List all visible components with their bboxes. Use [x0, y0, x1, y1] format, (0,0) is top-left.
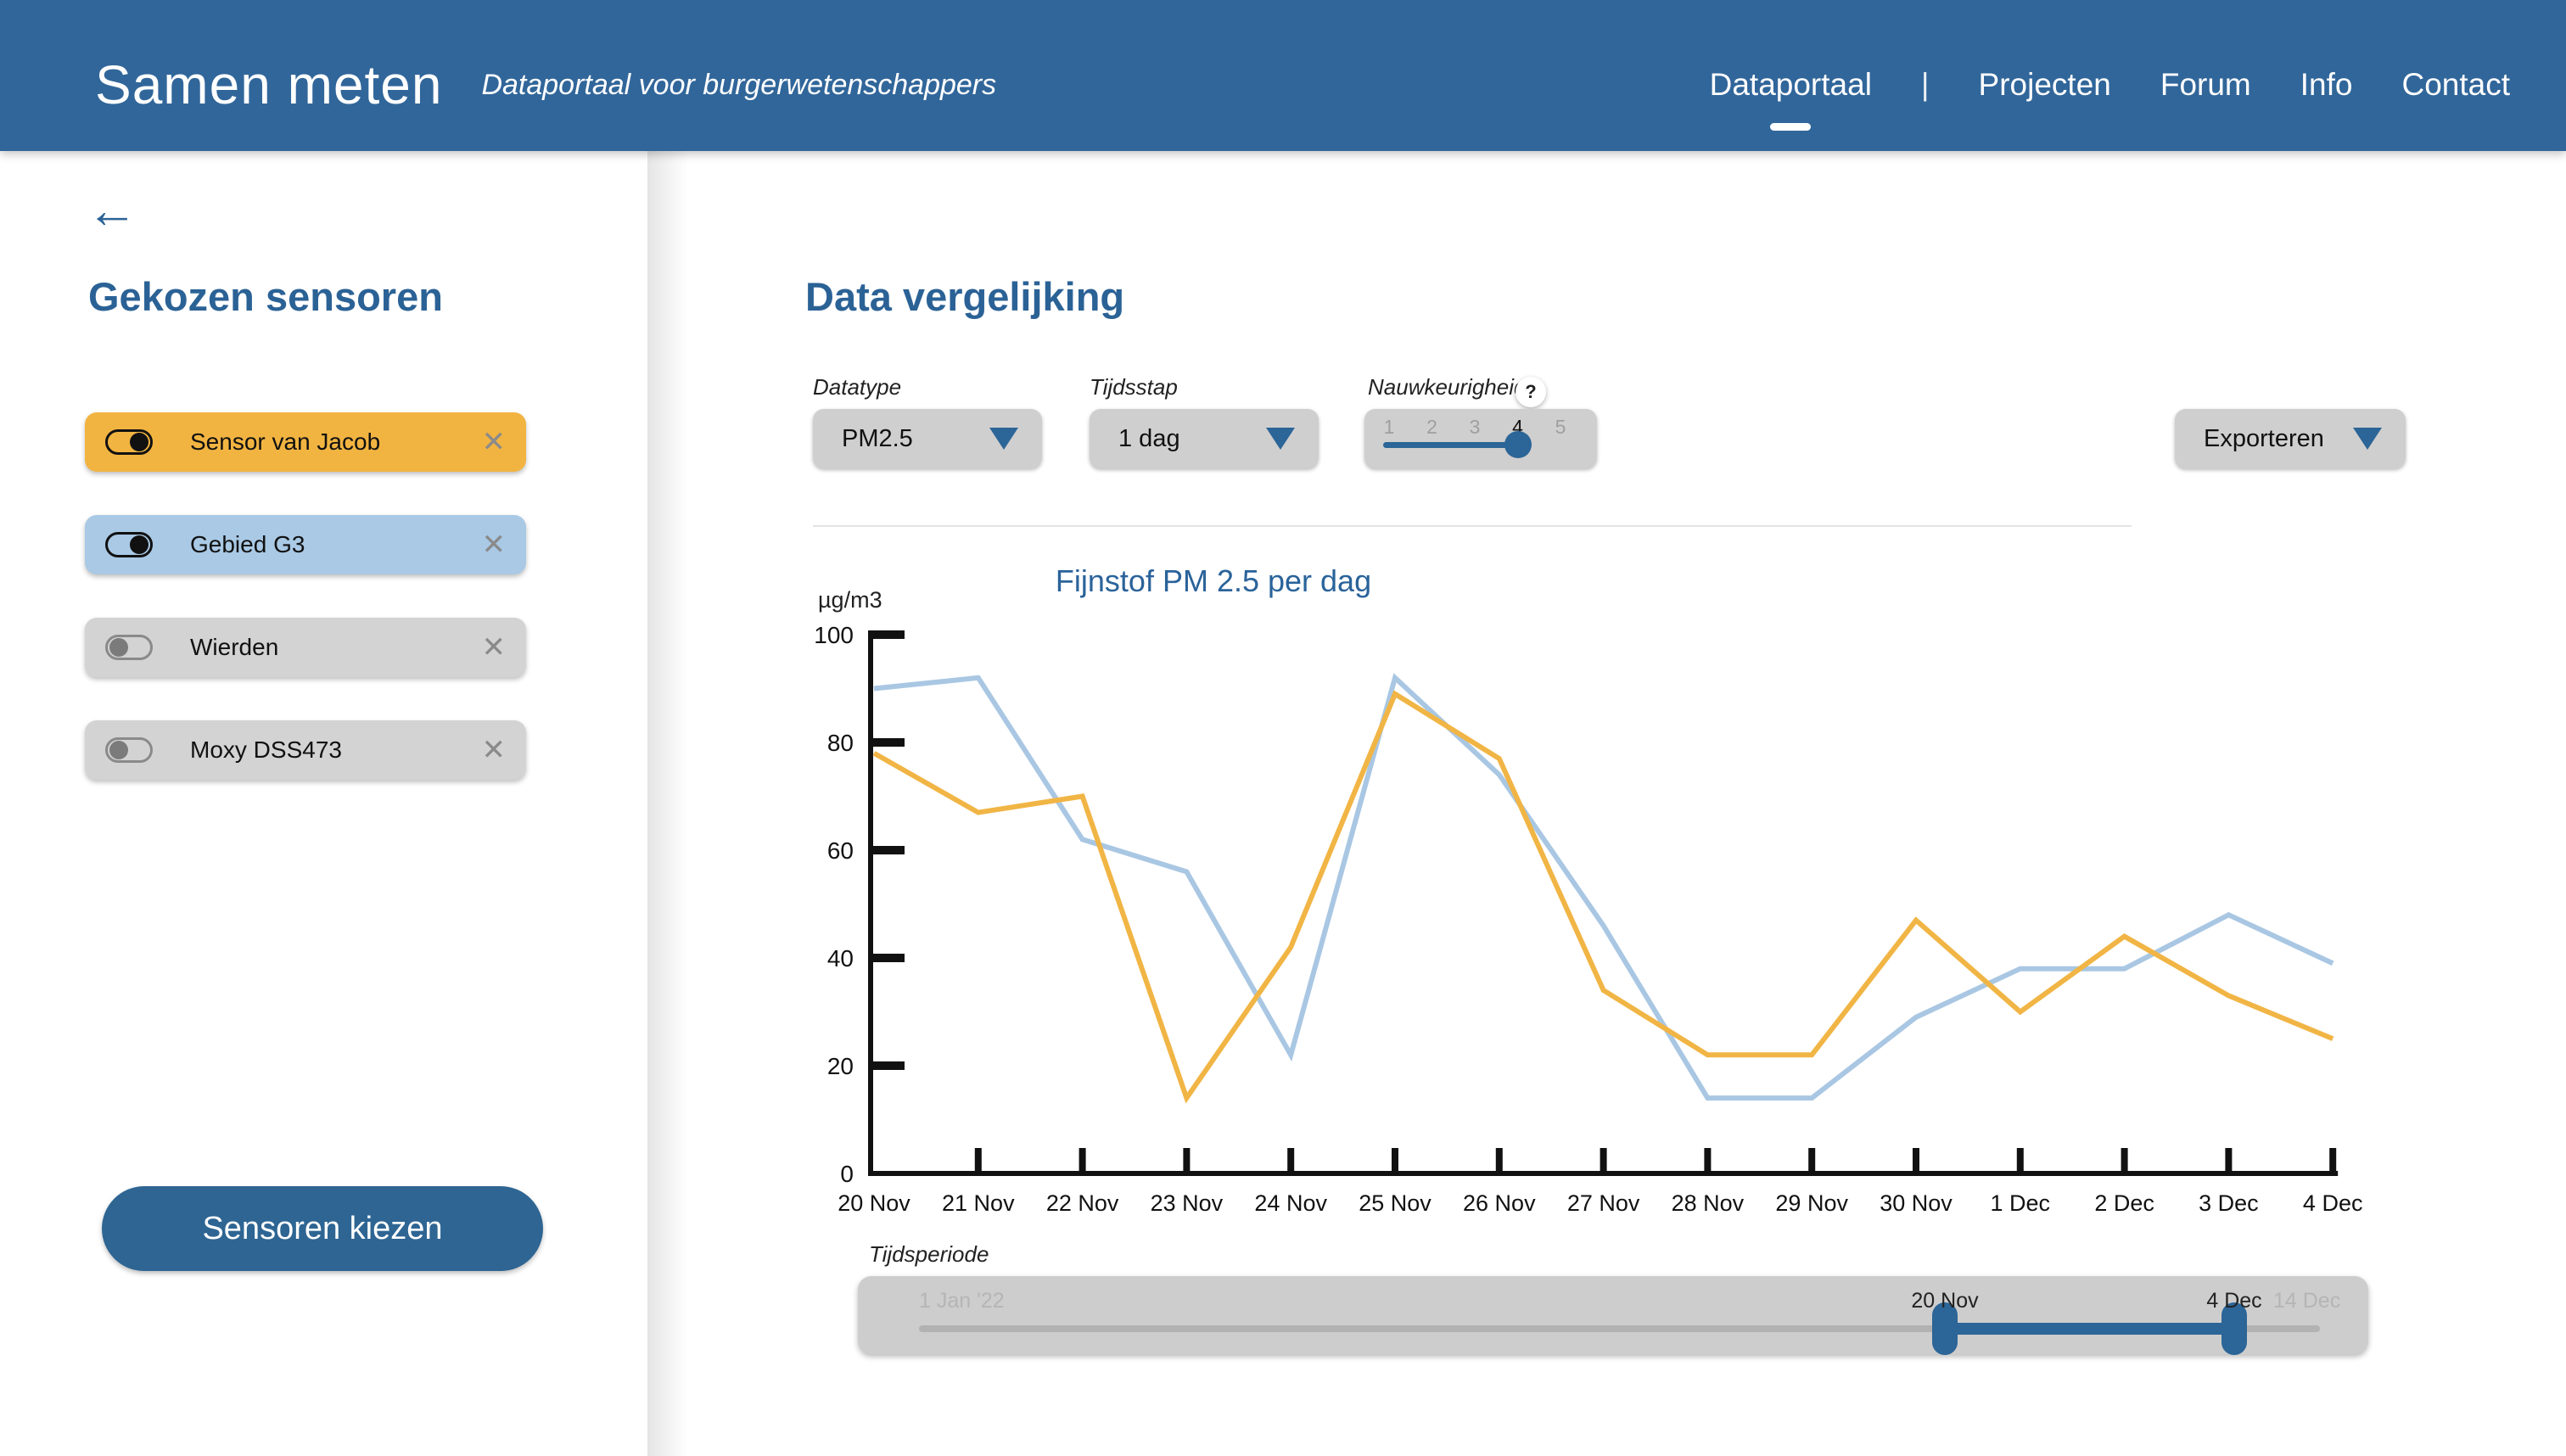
export-label: Exporteren: [2204, 425, 2324, 453]
sensor-toggle[interactable]: [105, 635, 153, 660]
sensor-label: Gebied G3: [190, 531, 305, 558]
close-icon[interactable]: ✕: [482, 530, 507, 559]
toggle-knob: [109, 638, 128, 657]
svg-text:80: 80: [827, 730, 854, 756]
svg-text:100: 100: [814, 622, 854, 648]
series-sensor-van-jacob: [874, 694, 2333, 1098]
back-arrow-icon[interactable]: ←: [87, 185, 137, 236]
accuracy-option[interactable]: 1: [1379, 416, 1399, 439]
svg-text:0: 0: [840, 1161, 854, 1187]
sensor-toggle[interactable]: [105, 532, 153, 557]
svg-text:26 Nov: 26 Nov: [1463, 1190, 1536, 1216]
accuracy-slider-track: [1383, 442, 1518, 448]
accuracy-slider[interactable]: 12345: [1364, 409, 1597, 468]
timeline-max-label: 14 Dec: [2273, 1289, 2340, 1313]
active-nav-underline: [1770, 123, 1811, 131]
chevron-down-icon: [1266, 428, 1295, 450]
accuracy-slider-handle[interactable]: [1504, 431, 1532, 458]
sensor-chip[interactable]: Moxy DSS473 ✕: [85, 720, 526, 780]
accuracy-label: Nauwkeurigheid: [1368, 374, 1526, 400]
sensor-label: Moxy DSS473: [190, 736, 342, 764]
close-icon[interactable]: ✕: [482, 428, 507, 456]
close-icon[interactable]: ✕: [482, 633, 507, 662]
nav-item-contact[interactable]: Contact: [2401, 67, 2510, 103]
nav-item-forum[interactable]: Forum: [2160, 67, 2251, 103]
timestep-dropdown[interactable]: 1 dag: [1090, 409, 1319, 468]
sidebar-divider: [647, 151, 688, 1456]
svg-text:40: 40: [827, 945, 854, 972]
svg-text:2 Dec: 2 Dec: [2094, 1190, 2154, 1216]
nav-item-dataportaal[interactable]: Dataportaal: [1710, 67, 1872, 103]
header: Samen meten Dataportaal voor burgerweten…: [0, 0, 2566, 151]
chevron-down-icon: [989, 428, 1018, 450]
toggle-knob: [109, 741, 128, 759]
svg-text:60: 60: [827, 837, 854, 864]
timestep-value: 1 dag: [1118, 425, 1180, 453]
svg-text:30 Nov: 30 Nov: [1880, 1190, 1953, 1216]
svg-text:22 Nov: 22 Nov: [1046, 1190, 1119, 1216]
nav-item-info[interactable]: Info: [2300, 67, 2353, 103]
svg-text:20: 20: [827, 1053, 854, 1079]
svg-text:24 Nov: 24 Nov: [1254, 1190, 1327, 1216]
svg-text:27 Nov: 27 Nov: [1567, 1190, 1640, 1216]
svg-text:1 Dec: 1 Dec: [1991, 1190, 2051, 1216]
choose-sensors-button[interactable]: Sensoren kiezen: [102, 1186, 543, 1271]
accuracy-option[interactable]: 3: [1465, 416, 1485, 439]
nav-item-projecten[interactable]: Projecten: [1979, 67, 2111, 103]
timeline-start-label: 20 Nov: [1885, 1289, 2004, 1313]
sensor-chip[interactable]: Wierden ✕: [85, 618, 526, 677]
accuracy-option[interactable]: 5: [1550, 416, 1571, 439]
timeline-slider[interactable]: 1 Jan '22 20 Nov 4 Dec 14 Dec: [858, 1276, 2368, 1354]
help-icon[interactable]: ?: [1516, 377, 1546, 407]
controls-divider: [813, 525, 2132, 527]
svg-text:4 Dec: 4 Dec: [2303, 1190, 2363, 1216]
toggle-knob: [130, 433, 148, 451]
svg-text:20 Nov: 20 Nov: [838, 1190, 910, 1216]
datatype-label: Datatype: [813, 374, 901, 400]
toggle-knob: [130, 535, 148, 554]
export-button[interactable]: Exporteren: [2175, 409, 2406, 468]
main-nav: Dataportaal | Projecten Forum Info Conta…: [1710, 67, 2510, 103]
datatype-dropdown[interactable]: PM2.5: [813, 409, 1042, 468]
app-logo: Samen meten: [95, 53, 442, 116]
svg-text:21 Nov: 21 Nov: [942, 1190, 1015, 1216]
svg-text:28 Nov: 28 Nov: [1672, 1190, 1745, 1216]
timeline-min-label: 1 Jan '22: [919, 1289, 1005, 1313]
chevron-down-icon: [2353, 428, 2382, 450]
page-title: Data vergelijking: [805, 273, 1124, 320]
line-chart: 0 20 40 60 80 100 20 Nov 21 Nov 22 Nov 23 Nov 24 N…: [806, 560, 2418, 1230]
datatype-value: PM2.5: [842, 425, 913, 453]
close-icon[interactable]: ✕: [482, 736, 507, 764]
sensor-chip[interactable]: Gebied G3 ✕: [85, 515, 526, 574]
sidebar-title: Gekozen sensoren: [88, 273, 443, 320]
sensor-label: Wierden: [190, 634, 278, 661]
timeline-selected-range[interactable]: [1945, 1323, 2234, 1335]
timestep-label: Tijdsstap: [1090, 374, 1178, 400]
timeline-label: Tijdsperiode: [869, 1241, 989, 1268]
svg-text:23 Nov: 23 Nov: [1151, 1190, 1224, 1216]
series-gebied-g3: [874, 678, 2333, 1098]
sensor-toggle[interactable]: [105, 429, 153, 455]
sensor-chip[interactable]: Sensor van Jacob ✕: [85, 412, 526, 472]
sensor-toggle[interactable]: [105, 737, 153, 763]
nav-separator: |: [1921, 67, 1930, 103]
accuracy-option[interactable]: 2: [1422, 416, 1443, 439]
sensor-label: Sensor van Jacob: [190, 428, 380, 456]
svg-text:25 Nov: 25 Nov: [1359, 1190, 1431, 1216]
svg-text:3 Dec: 3 Dec: [2199, 1190, 2259, 1216]
app-tagline: Dataportaal voor burgerwetenschappers: [481, 69, 996, 102]
svg-text:29 Nov: 29 Nov: [1775, 1190, 1848, 1216]
